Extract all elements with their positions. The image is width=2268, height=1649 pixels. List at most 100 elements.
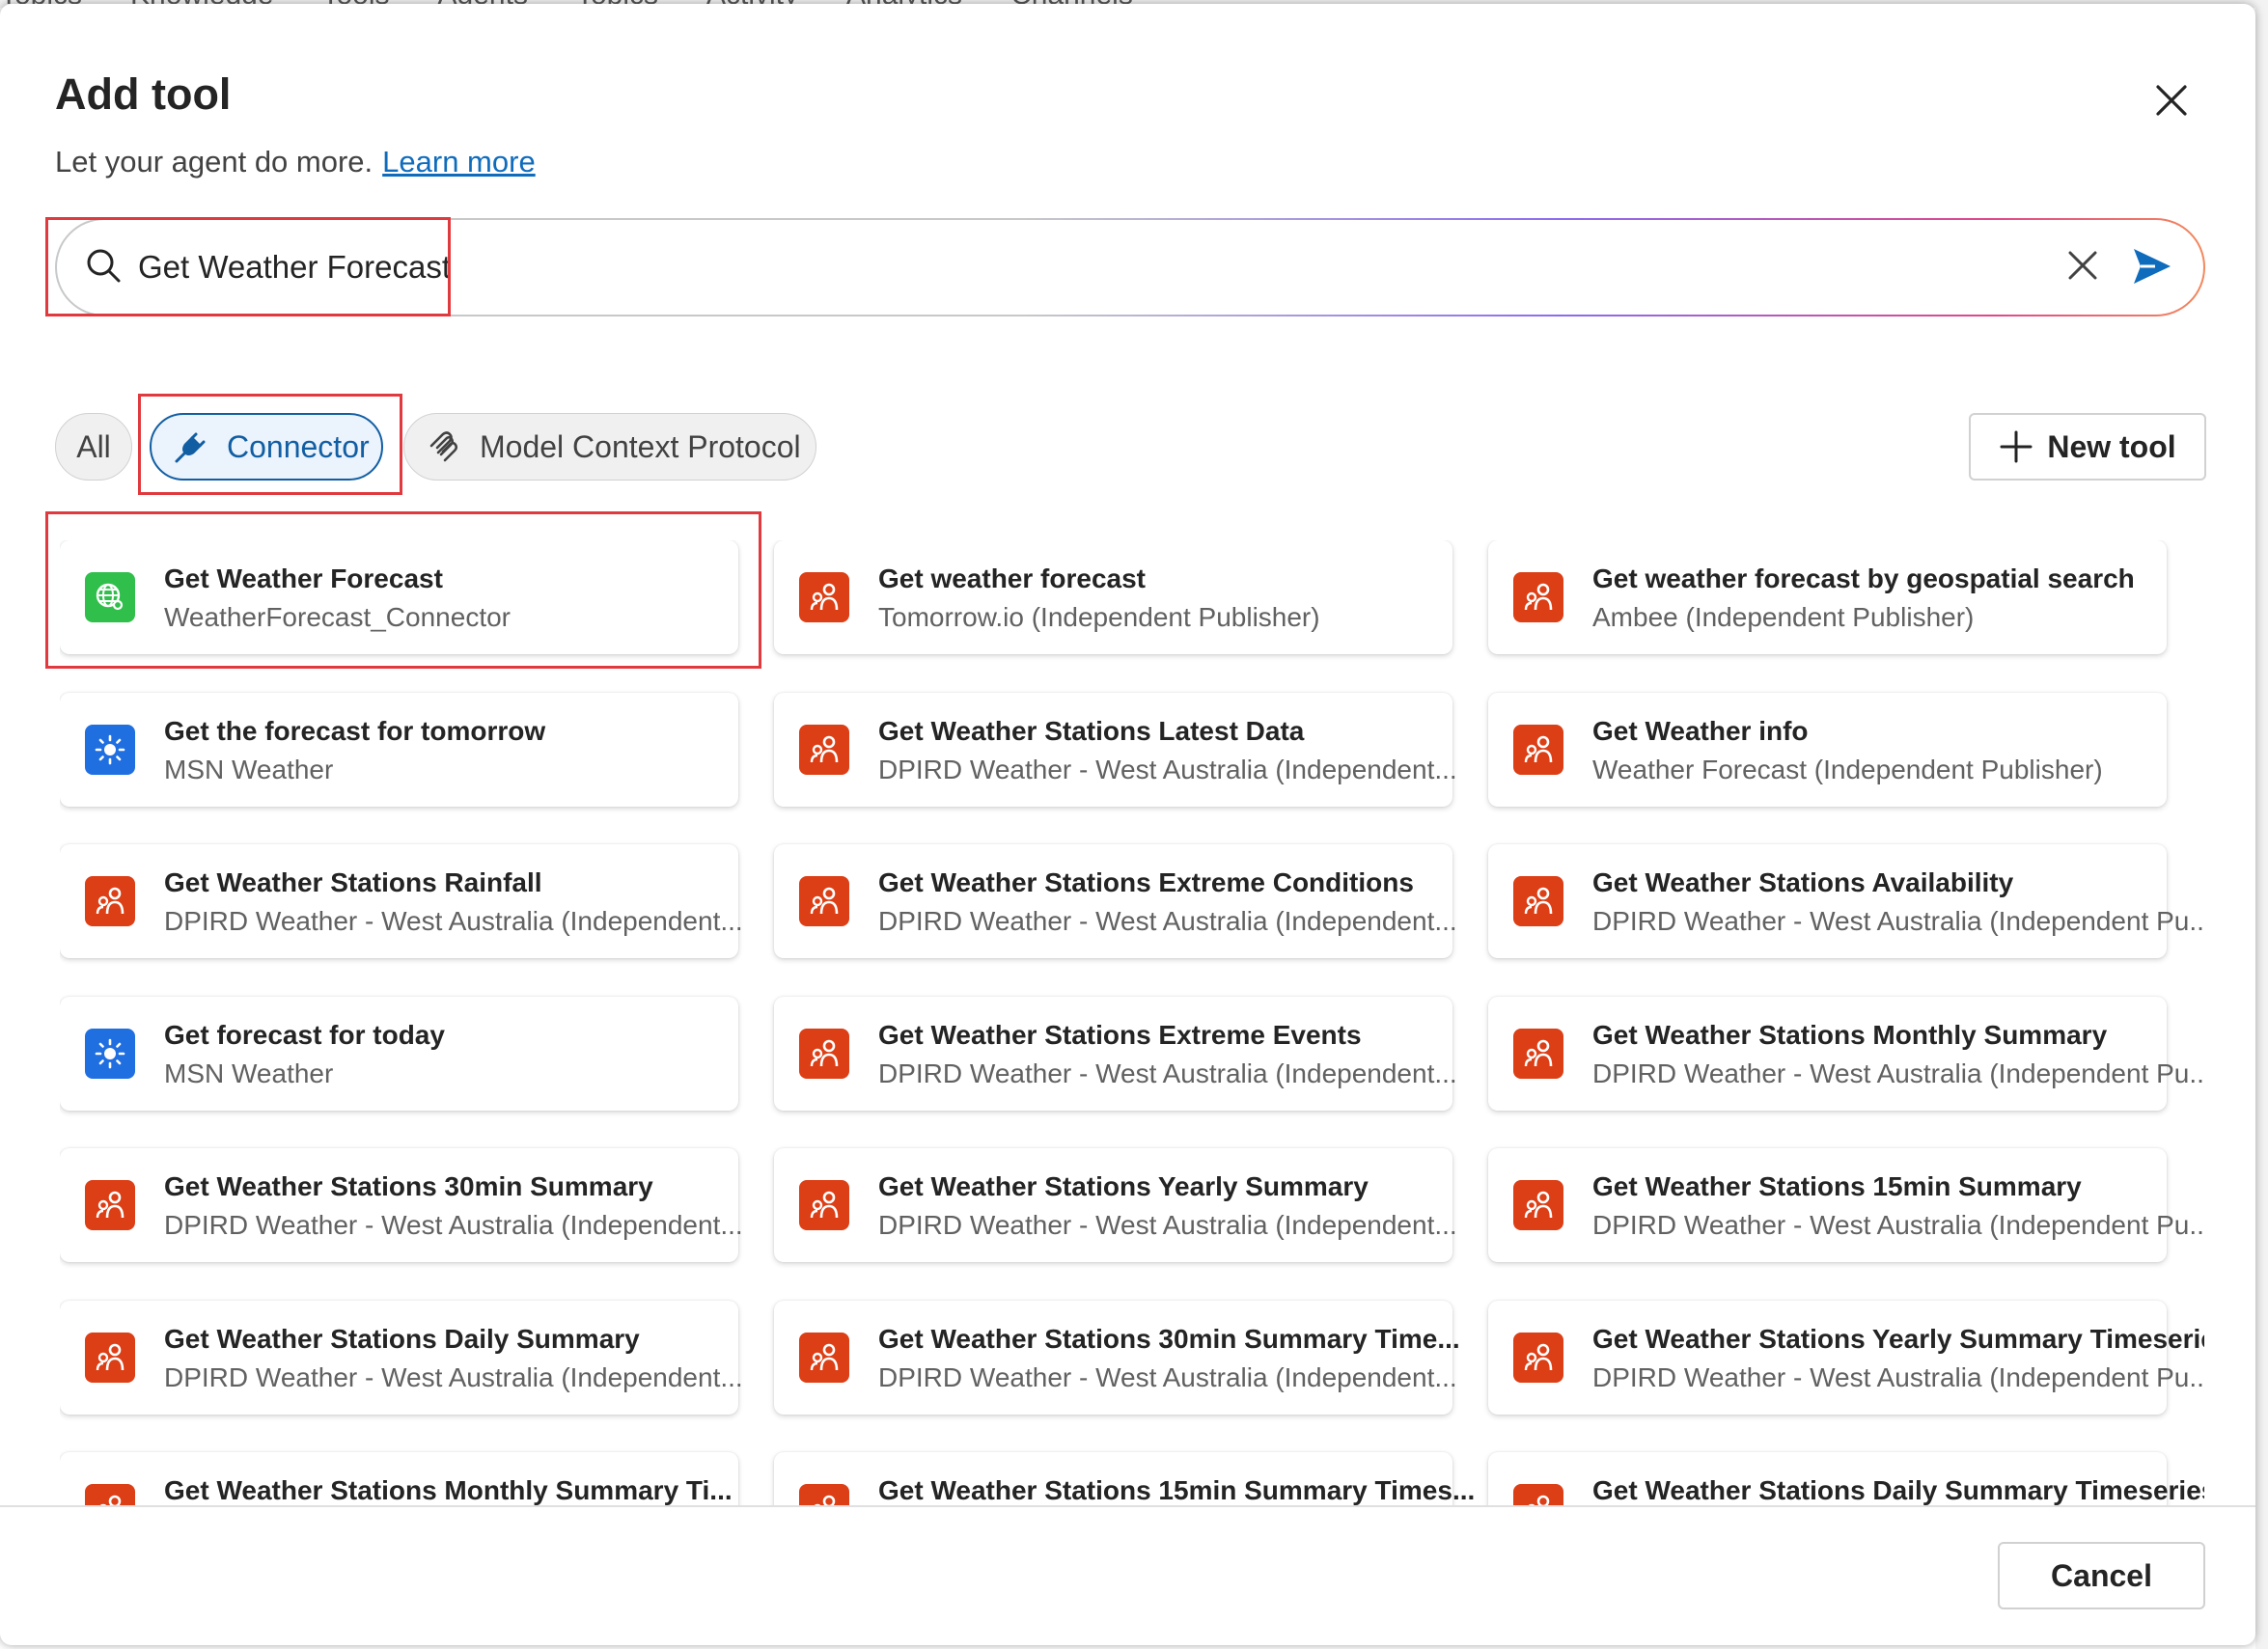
tool-card[interactable]: Get Weather Stations Monthly Summary DPIR… <box>1488 997 2204 1111</box>
dialog-subtitle-text: Let your agent do more. <box>55 145 373 179</box>
tool-grid: Get Weather Forecast WeatherForecast_Conn… <box>60 540 2204 1505</box>
tool-icon <box>1513 725 1563 775</box>
filter-mcp[interactable]: Model Context Protocol <box>403 413 816 481</box>
tool-title: Get Weather Stations 15min Summary Times… <box>878 1475 1476 1505</box>
tool-icon <box>1513 1333 1563 1383</box>
tool-icon <box>799 1333 849 1383</box>
tool-card[interactable]: Get Weather Stations Latest Data DPIRD We… <box>774 693 1457 807</box>
tool-card[interactable]: Get Weather Stations 30min Summary Time.… <box>774 1301 1460 1415</box>
tool-title: Get Weather Stations 30min Summary <box>164 1171 653 1201</box>
plug-icon <box>175 432 206 463</box>
connector-icon <box>810 1191 839 1219</box>
tool-publisher: DPIRD Weather - West Australia (Independ… <box>164 906 743 936</box>
connector-icon <box>99 1495 122 1505</box>
tool-icon <box>1513 1484 1563 1505</box>
tool-icon <box>85 1484 135 1505</box>
tool-card[interactable]: Get Weather Stations Yearly Summary DPIRD… <box>774 1148 1457 1262</box>
tool-publisher: DPIRD Weather - West Australia (Independ… <box>878 755 1457 784</box>
tool-card[interactable]: Get Weather Stations Extreme Events DPIRD… <box>774 997 1457 1111</box>
clear-search-icon[interactable] <box>2062 245 2103 286</box>
connector-icon <box>96 1343 124 1371</box>
tool-publisher: MSN Weather <box>164 1058 334 1088</box>
tool-icon <box>1513 876 1563 926</box>
tool-icon <box>85 1029 135 1079</box>
tool-title: Get Weather Stations 30min Summary Time.… <box>878 1324 1460 1354</box>
tool-card[interactable]: Get Weather Stations 15min Summary DPIRD … <box>1488 1148 2204 1262</box>
tool-icon <box>1513 1180 1563 1230</box>
tool-card[interactable]: Get Weather Stations Extreme Conditions D… <box>774 844 1457 958</box>
tool-publisher: DPIRD Weather - West Australia (Independ… <box>1592 1362 2204 1392</box>
tool-icon <box>85 1180 135 1230</box>
background-page-edge <box>2255 0 2268 1649</box>
connector-icon <box>1528 1495 1550 1505</box>
tool-card[interactable]: Get Weather Stations Yearly Summary Time… <box>1488 1301 2204 1415</box>
tool-card[interactable]: Get Weather Stations 15min Summary Times… <box>774 1452 1475 1505</box>
tool-card[interactable]: Get Weather Stations Daily Summary Times… <box>1488 1452 2204 1505</box>
tool-card[interactable]: Get Weather info Weather Forecast (Indepe… <box>1488 693 2167 807</box>
filter-all-label: All <box>76 428 111 464</box>
tool-title: Get Weather info <box>1592 716 1809 746</box>
tool-card[interactable]: Get the forecast for tomorrow MSN Weather <box>60 693 738 807</box>
dialog-subtitle: Let your agent do more. Learn more <box>55 145 536 179</box>
tool-icon <box>85 876 135 926</box>
tool-icon <box>799 876 849 926</box>
tool-title: Get forecast for today <box>164 1020 445 1050</box>
tool-icon <box>799 572 849 622</box>
connector-icon <box>810 735 839 763</box>
filter-connector[interactable]: Connector <box>150 413 383 481</box>
connector-icon <box>1524 735 1553 763</box>
search-icon <box>87 249 121 283</box>
add-tool-dialog: Add tool Let your agent do more. Learn mo… <box>0 4 2255 1645</box>
close-icon <box>2156 85 2187 116</box>
new-tool-button[interactable]: New tool <box>1969 413 2206 481</box>
tool-card[interactable]: Get Weather Stations 30min Summary DPIRD … <box>60 1148 743 1262</box>
search-input[interactable] <box>136 241 1974 293</box>
connector-icon <box>810 583 839 611</box>
tool-card[interactable]: Get weather forecast by geospatial searc… <box>1488 540 2167 654</box>
tool-publisher: WeatherForecast_Connector <box>164 602 511 632</box>
tool-publisher: Tomorrow.io (Independent Publisher) <box>878 602 1320 632</box>
filter-connector-label: Connector <box>227 428 370 464</box>
tool-publisher: DPIRD Weather - West Australia (Independ… <box>1592 906 2204 936</box>
tool-title: Get Weather Stations Availability <box>1592 867 2014 897</box>
tool-icon <box>799 725 849 775</box>
connector-icon <box>810 887 839 915</box>
dialog-title: Add tool <box>55 69 232 119</box>
tool-card[interactable]: Get forecast for today MSN Weather <box>60 997 738 1111</box>
tool-title: Get weather forecast <box>878 563 1146 593</box>
tool-publisher: DPIRD Weather - West Australia (Independ… <box>878 906 1457 936</box>
tool-card[interactable]: Get weather forecast Tomorrow.io (Indepen… <box>774 540 1452 654</box>
connector-icon <box>96 1191 124 1219</box>
tool-publisher: Weather Forecast (Independent Publisher) <box>1592 755 2103 784</box>
connector-icon <box>1524 887 1553 915</box>
globe-icon <box>96 583 124 611</box>
tool-title: Get the forecast for tomorrow <box>164 716 546 746</box>
tool-publisher: DPIRD Weather - West Australia (Independ… <box>878 1058 1457 1088</box>
learn-more-link[interactable]: Learn more <box>382 145 536 179</box>
tool-card[interactable]: Get Weather Stations Monthly Summary Ti.… <box>60 1452 738 1505</box>
connector-icon <box>810 1039 839 1067</box>
tool-publisher: DPIRD Weather - West Australia (Independ… <box>1592 1058 2204 1088</box>
tool-title: Get Weather Stations Latest Data <box>878 716 1305 746</box>
tool-card[interactable]: Get Weather Stations Availability DPIRD W… <box>1488 844 2204 958</box>
tool-title: Get Weather Stations Rainfall <box>164 867 542 897</box>
plus-icon <box>2000 430 2033 463</box>
filter-all[interactable]: All <box>55 413 132 481</box>
send-icon[interactable] <box>2128 243 2174 289</box>
connector-icon <box>1524 1343 1553 1371</box>
search-box <box>55 218 2205 316</box>
tool-card[interactable]: Get Weather Forecast WeatherForecast_Conn… <box>60 540 738 654</box>
tool-icon <box>85 1333 135 1383</box>
tool-title: Get weather forecast by geospatial searc… <box>1592 563 2135 593</box>
close-button[interactable] <box>2144 73 2199 127</box>
tool-card[interactable]: Get Weather Stations Rainfall DPIRD Weath… <box>60 844 743 958</box>
tool-icon <box>85 725 135 775</box>
tool-icon <box>799 1029 849 1079</box>
tool-card[interactable]: Get Weather Stations Daily Summary DPIRD … <box>60 1301 743 1415</box>
tool-title: Get Weather Stations Daily Summary <box>164 1324 640 1354</box>
tool-publisher: DPIRD Weather - West Australia (Independ… <box>164 1362 743 1392</box>
tool-publisher: MSN Weather <box>164 755 334 784</box>
tool-publisher: DPIRD Weather - West Australia (Independ… <box>878 1210 1457 1240</box>
tool-title: Get Weather Stations 15min Summary <box>1592 1171 2082 1201</box>
cancel-button[interactable]: Cancel <box>1998 1542 2205 1609</box>
